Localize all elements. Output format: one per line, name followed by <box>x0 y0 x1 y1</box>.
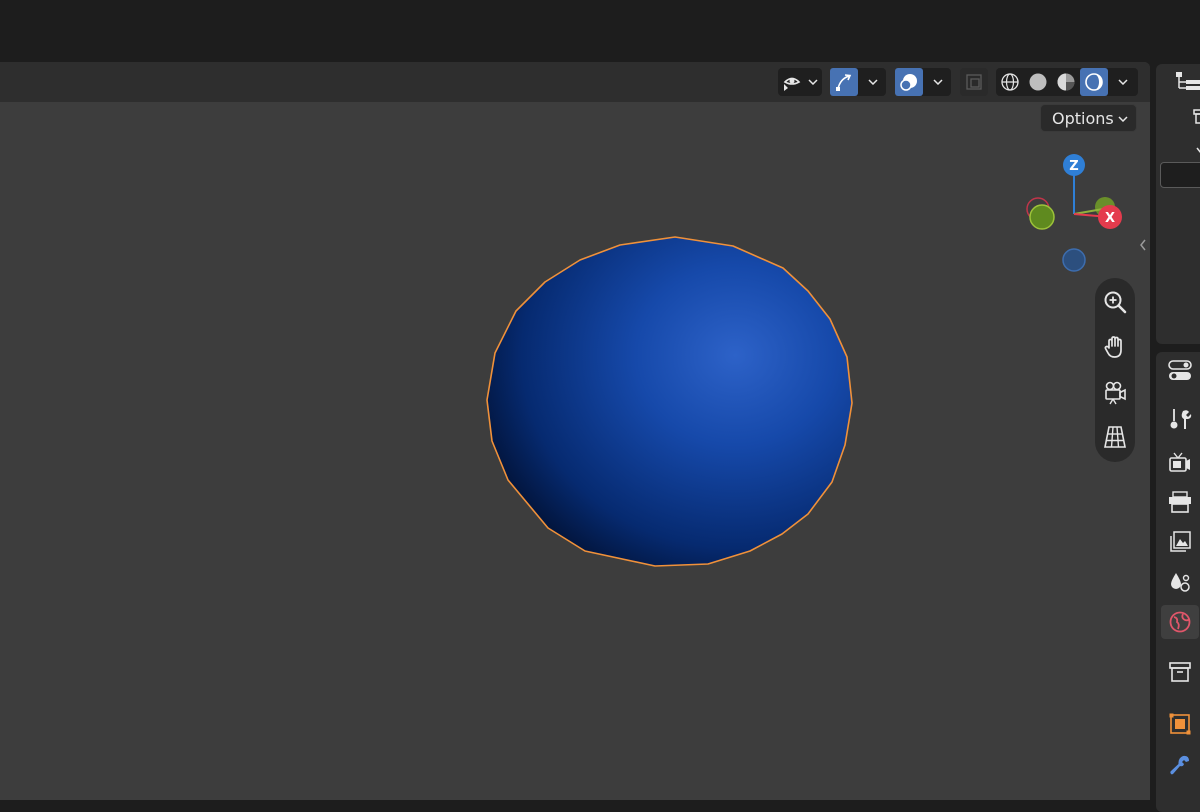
outliner-display-mode-button[interactable] <box>1174 70 1200 100</box>
view-layer-icon <box>1170 531 1191 552</box>
tab-modifier[interactable] <box>1161 748 1199 782</box>
x-axis-label: X <box>1105 211 1115 226</box>
tab-render[interactable] <box>1161 445 1199 479</box>
world-icon <box>1169 611 1191 633</box>
ortho-toggle-button[interactable] <box>1101 423 1129 451</box>
tab-object[interactable] <box>1161 707 1199 741</box>
object-icon <box>1169 713 1191 735</box>
outliner-panel <box>1156 64 1200 344</box>
negative-z-axis-handle[interactable] <box>1062 248 1086 272</box>
tab-world[interactable] <box>1161 605 1199 639</box>
tab-view-layer[interactable] <box>1161 525 1199 559</box>
pan-button[interactable] <box>1101 333 1129 361</box>
ortho-grid-icon <box>1104 426 1126 448</box>
pan-hand-icon <box>1104 336 1122 358</box>
tab-tool[interactable] <box>1161 402 1199 436</box>
right-panels <box>1153 62 1200 812</box>
outliner-search-field[interactable] <box>1160 162 1200 188</box>
toggle-switches-icon <box>1168 360 1192 380</box>
outliner-expand-icon[interactable] <box>1196 140 1200 159</box>
properties-display-toggle[interactable] <box>1161 354 1199 388</box>
zoom-button[interactable] <box>1101 288 1129 316</box>
camera-view-button[interactable] <box>1101 378 1129 406</box>
output-icon <box>1169 491 1191 513</box>
sphere-canvas <box>486 236 853 567</box>
tab-collection[interactable] <box>1161 655 1199 689</box>
navigation-controls <box>1095 278 1135 462</box>
zoom-icon <box>1104 291 1127 314</box>
uv-sphere-object[interactable] <box>486 236 853 567</box>
outliner-collection-icon <box>1192 108 1200 130</box>
tool-icon <box>1170 409 1192 429</box>
tab-output[interactable] <box>1161 485 1199 519</box>
orientation-gizmo[interactable]: Z X <box>1020 150 1135 278</box>
scene-icon <box>1171 573 1190 592</box>
tab-scene[interactable] <box>1161 565 1199 599</box>
render-icon <box>1169 452 1190 472</box>
negative-y-axis-handle[interactable] <box>1029 204 1055 230</box>
modifier-icon <box>1170 755 1189 775</box>
outliner-tree-icon <box>1176 72 1200 90</box>
properties-panel <box>1156 352 1200 812</box>
3d-viewport[interactable]: Options Z X <box>0 62 1150 800</box>
z-axis-label: Z <box>1069 159 1078 174</box>
top-bar <box>0 0 1200 62</box>
camera-view-icon <box>1105 381 1126 405</box>
collection-icon <box>1169 662 1191 682</box>
